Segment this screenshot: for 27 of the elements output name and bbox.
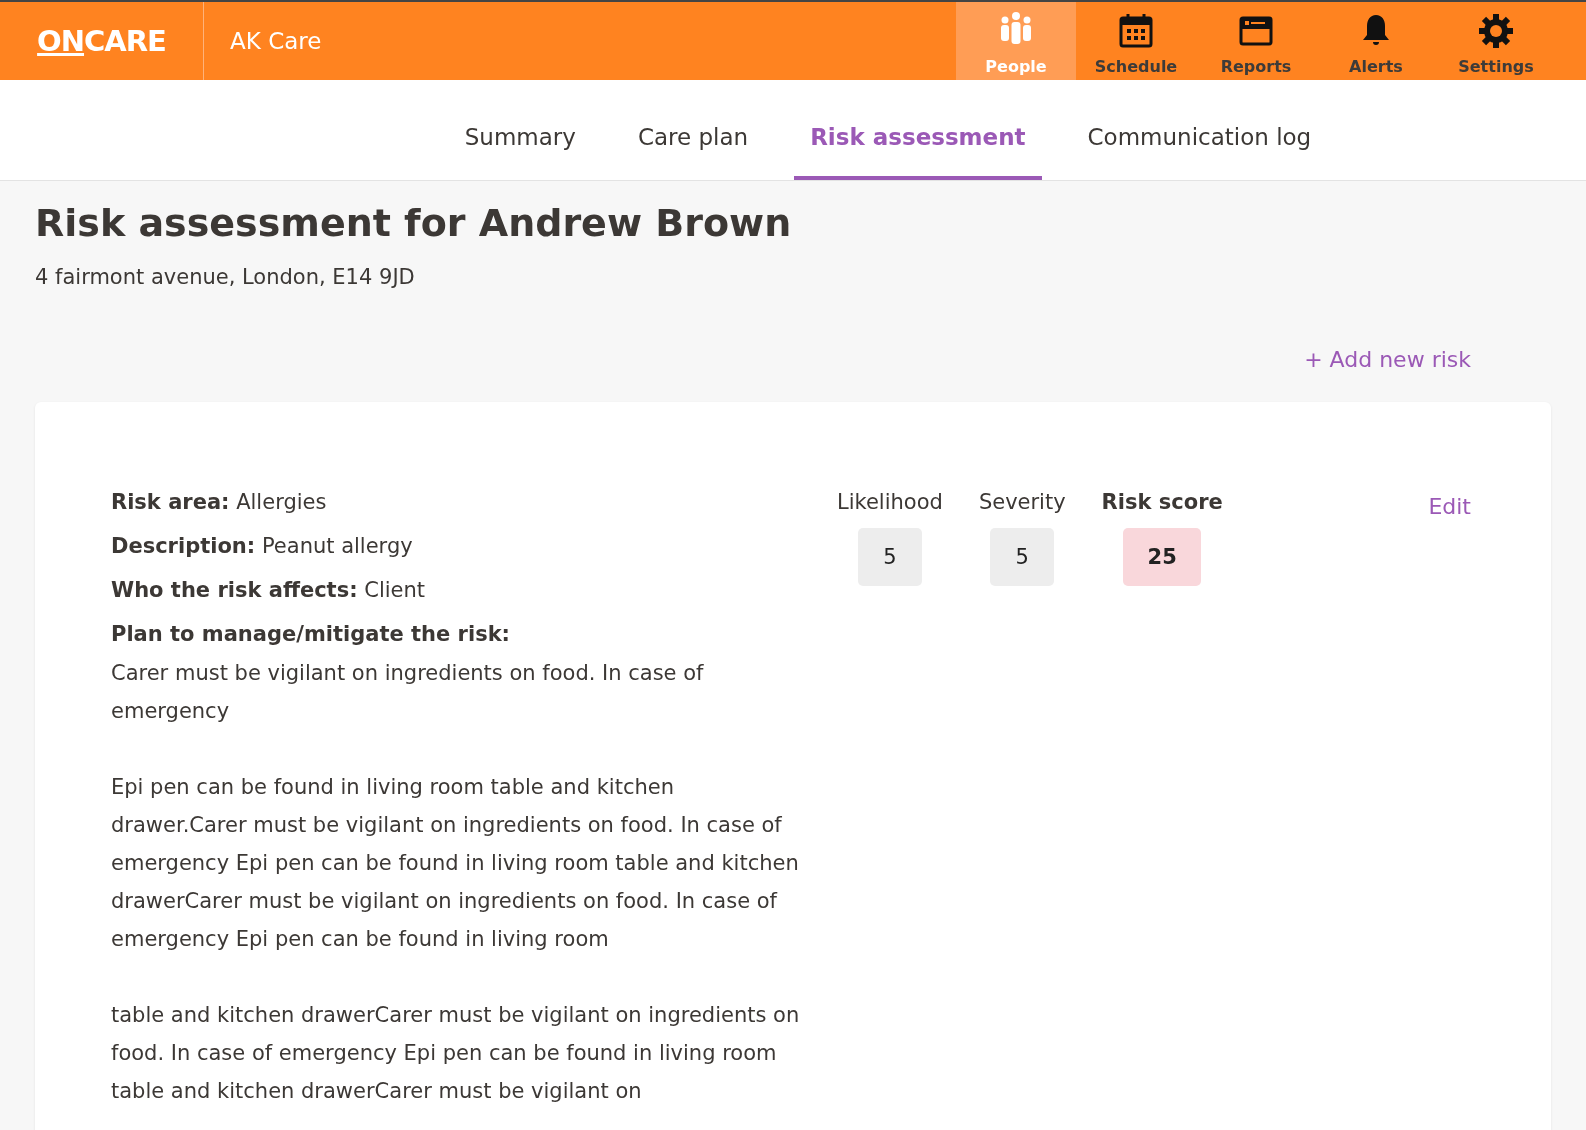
settings-icon xyxy=(1476,11,1516,51)
edit-link[interactable]: Edit xyxy=(1428,490,1471,519)
tab[interactable]: Summary xyxy=(448,80,592,180)
address-text: 4 fairmont avenue, London, E14 9JD xyxy=(35,265,416,289)
plan-paragraph: table and kitchen drawerCarer must be vigilant on ingredients on food. In case of emergency Epi pen can be found in living room table and kitchen drawerCarer must be vigilant on xyxy=(111,1002,801,1105)
plan-paragraph: Epi pen can be found in living room table and kitchen drawer.Carer must be vigilant on ingredients on food. In case of emergency Epi pen can be found in living room table and kitchen drawerCarer must be vigilant on ingredients on food. In case of emergency Epi pen can be found in living room xyxy=(111,774,800,953)
risk-field: Who the risk affects: Client xyxy=(111,578,801,602)
nav-button[interactable]: Reports xyxy=(1196,2,1316,80)
risk-field: Description: Peanut allergy xyxy=(111,534,801,558)
page-title: Risk assessment for Andrew Brown xyxy=(35,201,793,245)
score-label: Risk score xyxy=(1101,490,1223,514)
add-risk-link[interactable]: + Add new risk xyxy=(1304,347,1471,372)
score-label: Severity xyxy=(978,490,1066,514)
nav-button[interactable]: Settings xyxy=(1436,2,1556,80)
risk-field: Risk area: Allergies xyxy=(111,490,801,514)
nav-button[interactable]: Schedule xyxy=(1076,2,1196,80)
nav-button[interactable]: Alerts xyxy=(1316,2,1436,80)
organisation-name: AK Care xyxy=(229,27,323,56)
risk-score-value: 25 xyxy=(1123,528,1202,586)
tab[interactable]: Risk assessment xyxy=(794,80,1042,180)
score-value: 5 xyxy=(990,528,1055,586)
score-value: 5 xyxy=(857,528,922,586)
tab[interactable]: Communication log xyxy=(1071,80,1328,180)
score-label: Likelihood xyxy=(837,490,943,514)
plan-label: Plan to manage/mitigate the risk: xyxy=(111,622,511,646)
tab[interactable]: Care plan xyxy=(621,80,765,180)
plan-paragraph: Carer must be vigilant on ingredients on food. In case of emergency xyxy=(111,660,705,725)
